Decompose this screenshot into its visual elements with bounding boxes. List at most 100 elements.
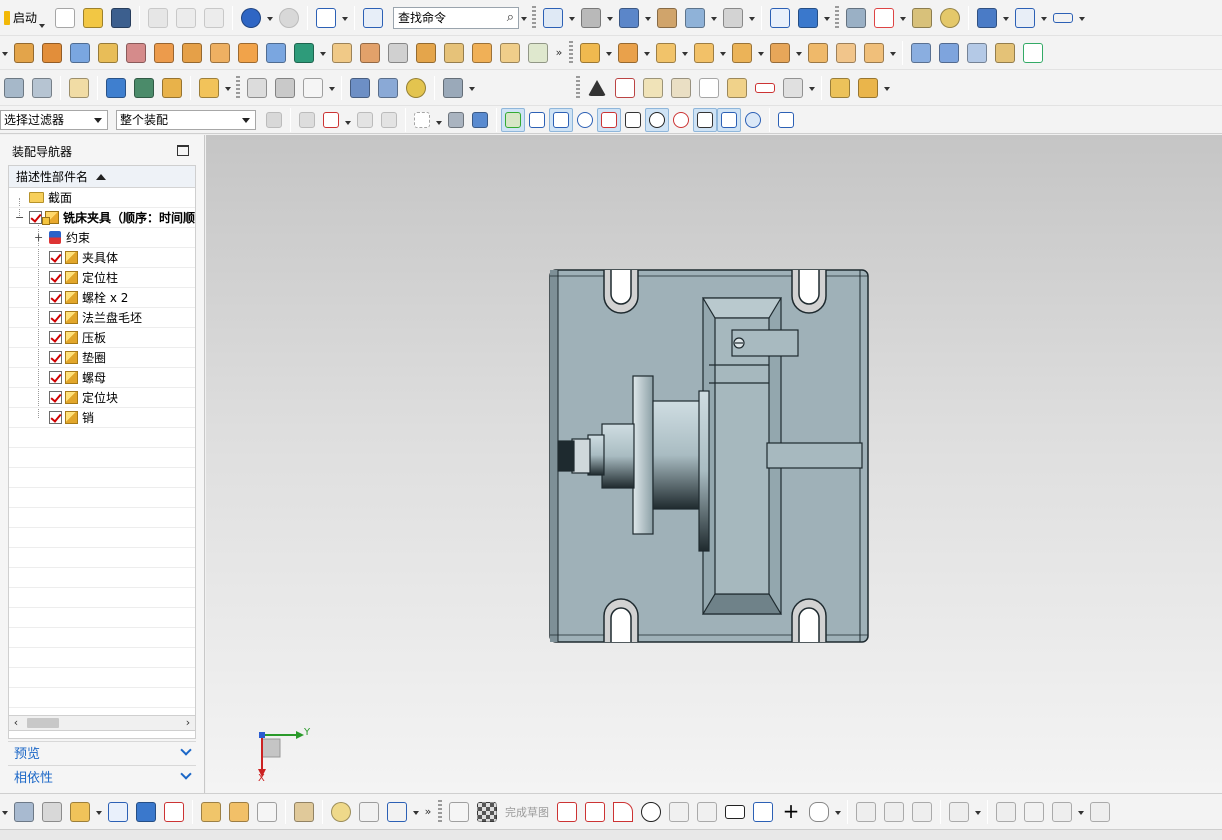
snap-intersection-button[interactable]	[621, 108, 645, 132]
tree-row-part[interactable]: 定位柱	[9, 268, 195, 288]
wcs-orient-dropdown[interactable]	[898, 4, 908, 32]
pocket-button[interactable]	[150, 39, 178, 67]
select-component-button[interactable]	[468, 108, 492, 132]
show-constraints-button[interactable]	[160, 798, 188, 826]
drawing-sheet-button[interactable]	[695, 74, 723, 102]
snap-dropdown[interactable]	[1001, 4, 1011, 32]
snap-on-surface-button[interactable]	[741, 108, 765, 132]
pattern-feature-button[interactable]	[206, 39, 234, 67]
sequence-bottom-button[interactable]	[383, 798, 411, 826]
orient-dropdown[interactable]	[605, 4, 615, 32]
auto-constraint-dropdown[interactable]	[1076, 798, 1086, 826]
fit-view-button[interactable]	[539, 4, 567, 32]
sequence-button[interactable]	[860, 39, 888, 67]
background-button[interactable]	[719, 4, 747, 32]
array-dropdown[interactable]	[718, 39, 728, 67]
wave-geometry-button[interactable]	[197, 798, 225, 826]
snap-quadrant-button[interactable]	[669, 108, 693, 132]
clip-dropdown[interactable]	[709, 4, 719, 32]
notes-button[interactable]	[65, 74, 93, 102]
tree-row-part[interactable]: 螺母	[9, 368, 195, 388]
snap-all-button[interactable]	[501, 107, 525, 132]
geometric-constraint-button[interactable]	[992, 798, 1020, 826]
block-button[interactable]	[66, 39, 94, 67]
curve-button[interactable]	[243, 74, 271, 102]
spring-button[interactable]	[374, 74, 402, 102]
tree-row-root-assembly[interactable]: − 铣床夹具（顺序：时间顺	[9, 208, 195, 228]
expand-icon[interactable]: +	[34, 231, 43, 244]
align-button[interactable]	[158, 74, 186, 102]
layer-settings-button[interactable]	[842, 4, 870, 32]
fillet-button[interactable]	[665, 798, 693, 826]
tree-row-part[interactable]: 法兰盘毛坯	[9, 308, 195, 328]
tree-row-part[interactable]: 定位块	[9, 388, 195, 408]
rectangle-button[interactable]	[721, 798, 749, 826]
component-array-button[interactable]	[690, 39, 718, 67]
edit-object-display-button[interactable]	[908, 4, 936, 32]
quick-extend-button[interactable]	[880, 798, 908, 826]
finish-sketch-flag-button[interactable]	[473, 798, 501, 826]
more-commands-icon[interactable]: »	[552, 46, 566, 59]
row-overflow-dropdown[interactable]	[0, 798, 10, 826]
toolbar-grip[interactable]	[569, 40, 573, 65]
auto-constraint-button[interactable]	[1048, 798, 1076, 826]
weld-dropdown[interactable]	[467, 74, 477, 102]
row-overflow-dropdown[interactable]	[0, 39, 10, 67]
wcs-button[interactable]	[312, 4, 340, 32]
rapid-dimension-bottom-button[interactable]	[1020, 798, 1048, 826]
rectangle-select-button[interactable]	[410, 108, 434, 132]
line-button[interactable]	[581, 798, 609, 826]
library-dropdown[interactable]	[882, 74, 892, 102]
snap-existing-point-button[interactable]	[693, 107, 717, 132]
spline-dropdown[interactable]	[833, 798, 843, 826]
exploded-view-button[interactable]	[766, 39, 794, 67]
assembly-library-button[interactable]	[854, 74, 882, 102]
select-edge-button[interactable]	[353, 108, 377, 132]
point-button[interactable]: +	[777, 798, 805, 826]
measure-distance-button[interactable]	[1049, 4, 1077, 32]
visibility-checkbox[interactable]	[49, 351, 62, 364]
surface-button[interactable]	[907, 39, 935, 67]
parts-list-button[interactable]	[667, 74, 695, 102]
cut-button[interactable]	[144, 4, 172, 32]
visibility-checkbox[interactable]	[49, 271, 62, 284]
new-file-button[interactable]	[51, 4, 79, 32]
dimension-button[interactable]	[299, 74, 327, 102]
trim-body-button[interactable]	[440, 39, 468, 67]
measure-dropdown[interactable]	[1077, 4, 1087, 32]
snap-on-curve-button[interactable]	[717, 107, 741, 132]
edit-section-button[interactable]	[653, 4, 681, 32]
layer-manager-button[interactable]	[0, 74, 28, 102]
pattern-geometry-button[interactable]	[234, 39, 262, 67]
move-component-bottom-button[interactable]	[104, 798, 132, 826]
save-button[interactable]	[107, 4, 135, 32]
bearing-button[interactable]	[402, 74, 430, 102]
edge-blend-button[interactable]	[384, 39, 412, 67]
profile-button[interactable]	[553, 798, 581, 826]
reference-set-button[interactable]	[253, 798, 281, 826]
dependency-section[interactable]: 相依性	[8, 765, 196, 787]
n-sided-surface-button[interactable]	[991, 39, 1019, 67]
mirror-dropdown[interactable]	[680, 39, 690, 67]
explode-dropdown[interactable]	[794, 39, 804, 67]
selection-filter-select[interactable]: 选择过滤器	[0, 109, 108, 130]
tree-row-part[interactable]: 螺栓 x 2	[9, 288, 195, 308]
wcs-dropdown[interactable]	[340, 4, 350, 32]
add-dropdown[interactable]	[94, 798, 104, 826]
grid-dropdown[interactable]	[1039, 4, 1049, 32]
background-dropdown[interactable]	[747, 4, 757, 32]
snap-mid-point-button[interactable]	[549, 107, 573, 132]
visibility-checkbox[interactable]	[49, 311, 62, 324]
toolbar-grip[interactable]	[236, 75, 240, 100]
subtract-button[interactable]	[290, 39, 318, 67]
toolbar-grip[interactable]	[438, 799, 442, 824]
sweep-button[interactable]	[963, 39, 991, 67]
visibility-checkbox[interactable]	[49, 331, 62, 344]
sketch-relations-button[interactable]	[1086, 798, 1114, 826]
visibility-checkbox[interactable]	[49, 251, 62, 264]
snap-end-point-button[interactable]	[525, 108, 549, 132]
table-button[interactable]	[611, 74, 639, 102]
finish-sketch-label[interactable]: 完成草图	[505, 804, 549, 820]
attribute-button[interactable]	[195, 74, 223, 102]
offset-dropdown[interactable]	[973, 798, 983, 826]
